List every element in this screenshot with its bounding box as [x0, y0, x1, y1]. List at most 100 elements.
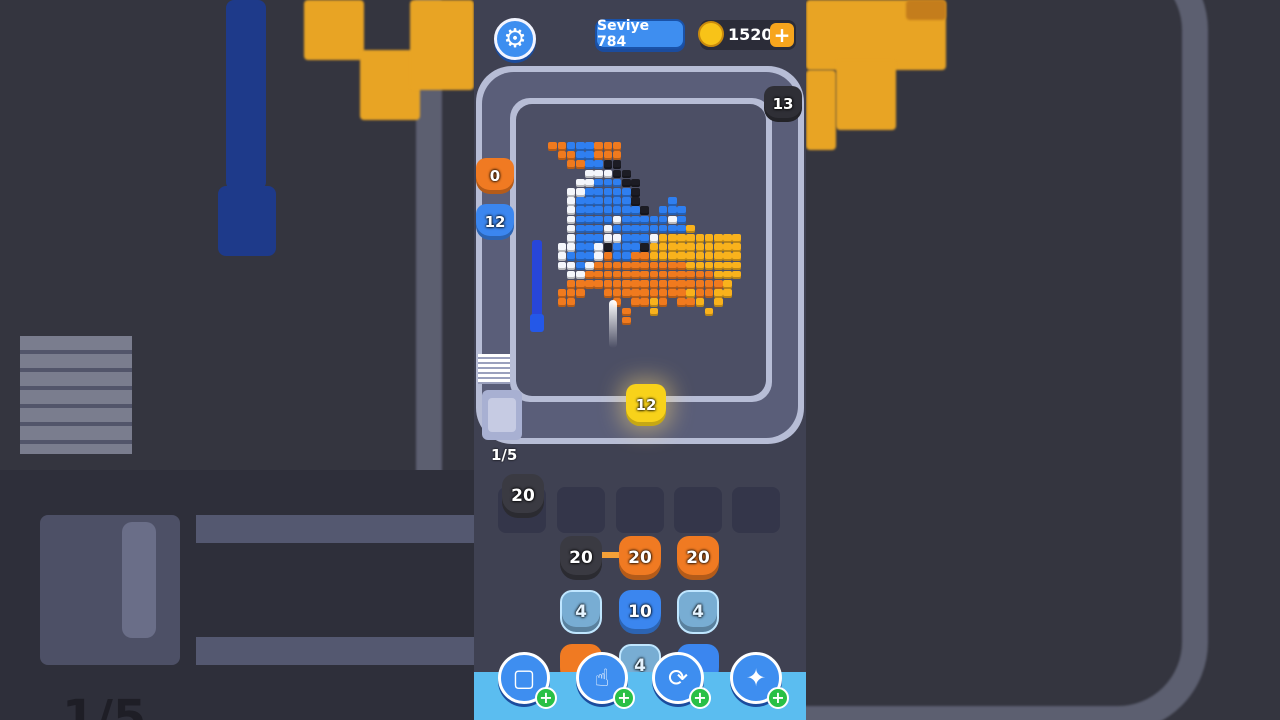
pixel-block [566, 142, 576, 151]
hand-icon: ☝ [594, 664, 610, 692]
pixel-block [557, 142, 567, 151]
grid-token-orange[interactable]: 20 [677, 536, 719, 580]
hand-button[interactable]: ☝ + [576, 652, 635, 709]
pixel-block [714, 252, 723, 261]
pixel-block [612, 197, 622, 206]
pixel-block [594, 178, 603, 188]
grid-token-frozen[interactable]: 4 [560, 590, 602, 634]
background-left: 1/5 [0, 0, 474, 720]
pixel-block [576, 197, 585, 206]
pixel-block [714, 289, 723, 298]
pixel-block [612, 151, 622, 160]
pixel-block [594, 243, 603, 252]
track-shooter-yellow[interactable]: 12 [626, 384, 666, 426]
pixel-block [576, 224, 585, 234]
pixel-block [631, 280, 640, 289]
pixel-block [695, 280, 705, 289]
pixel-block [594, 280, 603, 289]
pixel-block [695, 252, 705, 261]
pixel-block [640, 261, 649, 271]
token-count: 20 [569, 548, 593, 568]
grid-token-blue[interactable]: 10 [619, 590, 661, 634]
pixel-block [658, 280, 668, 289]
pixel-block [714, 298, 723, 307]
pixel-block [668, 270, 677, 280]
queue-token[interactable]: 20 [502, 474, 544, 518]
pixel-block [649, 280, 659, 289]
pixel-block [631, 188, 640, 197]
token-count: 20 [628, 548, 652, 568]
pixel-block [576, 178, 585, 188]
pixel-block [576, 280, 585, 289]
shuffle-button[interactable]: ⟳ + [652, 652, 711, 709]
add-slot-button[interactable]: ▢ + [498, 652, 557, 709]
pixel-block [622, 289, 631, 298]
pixel-block [603, 188, 613, 197]
plus-icon: + [535, 687, 557, 709]
plus-icon: + [613, 687, 635, 709]
pixel-block [640, 252, 649, 261]
belt-dock-inner [488, 398, 516, 432]
plus-icon: + [689, 687, 711, 709]
game-screen: 13 0 12 12 ⚙ Seviye 784 1520 + 1/5 20 20… [474, 0, 806, 720]
pixel-block [640, 234, 649, 243]
pixel-block [566, 280, 576, 289]
pixel-block [704, 252, 714, 261]
pixel-block [622, 234, 631, 243]
pixel-block [594, 252, 603, 261]
pixel-block [677, 224, 686, 234]
pixel-block [622, 206, 631, 215]
grid-token-frozen[interactable]: 4 [677, 590, 719, 634]
level-badge: Seviye 784 [595, 18, 685, 50]
pixel-block [566, 224, 576, 234]
pixel-block [603, 197, 613, 206]
pixel-block [686, 270, 695, 280]
pixel-block [695, 261, 705, 271]
pixel-block [576, 289, 585, 298]
pixel-block [649, 224, 659, 234]
pixel-block [704, 234, 714, 243]
add-coins-button[interactable]: + [770, 23, 794, 47]
magic-button[interactable]: ✦ + [730, 652, 789, 709]
pixel-block [631, 178, 640, 188]
pixel-block [732, 252, 741, 261]
pixel-block [668, 234, 677, 243]
background-block [836, 60, 896, 130]
pixel-block [704, 243, 714, 252]
pixel-block [649, 215, 659, 225]
pixel-block [631, 298, 640, 307]
pixel-block [677, 270, 686, 280]
queue-slot [732, 487, 780, 533]
pixel-block [566, 234, 576, 243]
pixel-block [640, 280, 649, 289]
coin-counter: 1520 + [698, 20, 796, 50]
pixel-block [612, 252, 622, 261]
pixel-block [612, 261, 622, 271]
pixel-block [576, 142, 585, 151]
pixel-block [566, 160, 576, 169]
grid-token-dark[interactable]: 20 [560, 536, 602, 580]
pixel-block [603, 206, 613, 215]
pixel-block [612, 234, 622, 243]
grid-token-orange[interactable]: 20 [619, 536, 661, 580]
track-shooter-orange[interactable]: 0 [476, 158, 514, 194]
pixel-block [622, 178, 631, 188]
track-shooter-dark[interactable]: 13 [764, 86, 802, 122]
pixel-block [603, 289, 613, 298]
pixel-block [622, 215, 631, 225]
pixel-block [585, 160, 594, 169]
pixel-block [649, 270, 659, 280]
belt-entry-stripes [478, 354, 510, 384]
pixel-block [566, 215, 576, 225]
pixel-block [677, 252, 686, 261]
pixel-block [640, 243, 649, 252]
settings-button[interactable]: ⚙ [494, 18, 536, 60]
pixel-block [677, 243, 686, 252]
background-stick [226, 0, 266, 190]
pixel-block [612, 169, 622, 179]
pixel-block [668, 261, 677, 271]
pixel-block [723, 270, 732, 280]
pixel-block [695, 298, 705, 307]
track-shooter-blue[interactable]: 12 [476, 204, 514, 240]
pixel-block [612, 178, 622, 188]
